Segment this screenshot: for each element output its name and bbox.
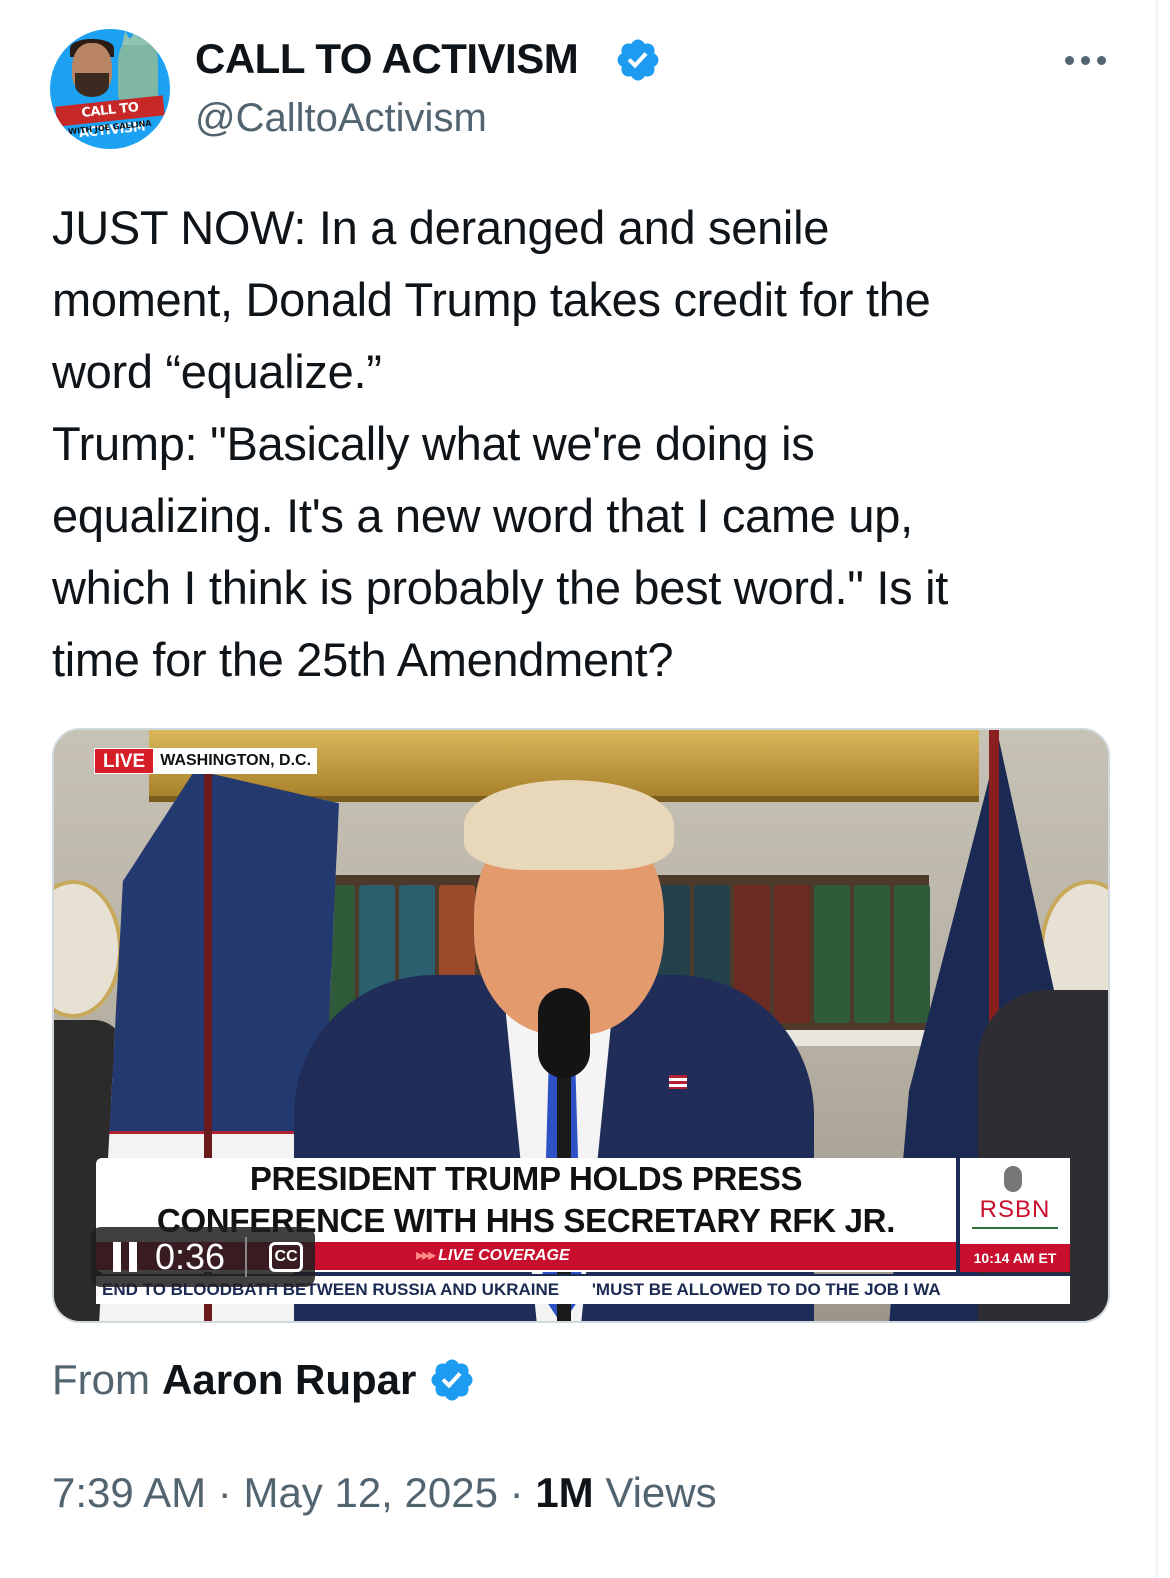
broadcast-clock: 10:14 AM ET	[960, 1244, 1070, 1272]
tweet-time[interactable]: 7:39 AM	[52, 1469, 206, 1516]
closed-captions-icon[interactable]: CC	[269, 1242, 304, 1272]
network-logo-underline	[972, 1227, 1058, 1229]
tweet-line: Trump: "Basically what we're doing is	[52, 417, 815, 470]
right-border	[1156, 0, 1158, 1578]
from-label: From	[52, 1356, 150, 1403]
video-scene-book	[854, 885, 890, 1023]
video-scene-microphone	[538, 988, 590, 1078]
attribution-name[interactable]: Aaron Rupar	[162, 1352, 416, 1408]
video-player[interactable]: LIVE WASHINGTON, D.C. PRESIDENT TRUMP HO…	[52, 728, 1110, 1323]
tweet-line: JUST NOW: In a deranged and senile	[52, 201, 830, 254]
author-display-name[interactable]: CALL TO ACTIVISM	[195, 33, 579, 85]
tweet-line: word “equalize.”	[52, 345, 382, 398]
more-options-icon[interactable]	[1060, 40, 1110, 80]
video-scene-flag-pin	[669, 1075, 687, 1089]
tweet-line: moment, Donald Trump takes credit for th…	[52, 273, 931, 326]
avatar-statue	[118, 37, 158, 101]
meta-separator: ·	[509, 1469, 524, 1516]
location-label: WASHINGTON, D.C.	[154, 748, 318, 774]
avatar-crown	[122, 31, 154, 45]
verified-badge-icon	[617, 39, 659, 81]
meta-separator: ·	[217, 1469, 232, 1516]
pause-icon[interactable]	[113, 1242, 139, 1272]
video-scene-book	[814, 885, 850, 1023]
video-elapsed-time: 0:36	[155, 1236, 226, 1277]
live-label: LIVE	[94, 748, 155, 774]
tweet-line: equalizing. It's a new word that I came …	[52, 489, 913, 542]
video-scene-book	[774, 885, 810, 1023]
video-attribution: From Aaron Rupar	[52, 1352, 476, 1408]
tweet-meta: 7:39 AM · May 12, 2025 · 1M Views	[52, 1465, 717, 1521]
network-logo: RSBN	[979, 1196, 1051, 1223]
avatar-beard	[75, 73, 109, 97]
author-avatar[interactable]: CALL TO ACTIVISM WITH JOE GALLINA	[50, 29, 170, 149]
video-scene-book	[894, 885, 930, 1023]
ticker-item: 'MUST BE ALLOWED TO DO THE JOB I WA	[591, 1280, 941, 1299]
tweet-line: time for the 25th Amendment?	[52, 633, 674, 686]
news-headline-line: PRESIDENT TRUMP HOLDS PRESS	[249, 1160, 803, 1197]
controls-divider	[245, 1237, 248, 1277]
views-count[interactable]: 1M	[535, 1469, 593, 1516]
verified-badge-icon	[431, 1359, 473, 1401]
author-handle[interactable]: @CalltoActivism	[195, 93, 487, 143]
live-coverage-label: ▸▸▸ LIVE COVERAGE	[416, 1247, 570, 1264]
network-mic-icon	[1004, 1166, 1022, 1192]
tweet-line: which I think is probably the best word.…	[52, 561, 948, 614]
views-label: Views	[605, 1469, 717, 1516]
video-scene-speaker-hair	[464, 780, 674, 870]
tweet-text: JUST NOW: In a deranged and senile momen…	[52, 192, 1112, 696]
video-controls[interactable]: 0:36 CC	[91, 1227, 316, 1287]
tweet-date[interactable]: May 12, 2025	[243, 1469, 498, 1516]
live-badge: LIVE WASHINGTON, D.C.	[94, 748, 318, 774]
